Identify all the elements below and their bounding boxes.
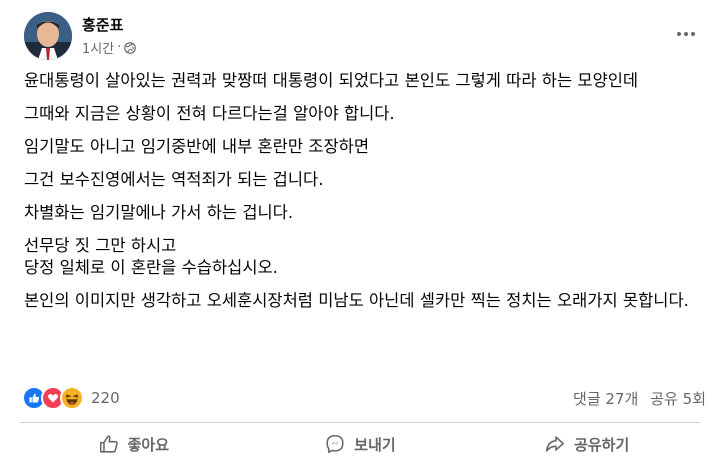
post-paragraph: 그때와 지금은 상황이 전혀 다르다는걸 알아야 합니다. <box>24 104 395 123</box>
globe-icon <box>124 41 137 54</box>
action-bar: 좋아요 보내기 공유하기 <box>20 426 700 462</box>
post-time[interactable]: 1시간 <box>82 38 114 57</box>
like-button[interactable]: 좋아요 <box>20 426 247 462</box>
comment-count[interactable]: 댓글 27개 <box>573 388 638 409</box>
reaction-summary[interactable]: 220 <box>22 386 120 410</box>
haha-icon <box>60 386 84 410</box>
share-count[interactable]: 공유 5회 <box>650 388 706 409</box>
post-paragraph: 선무당 짓 그만 하시고 당정 일체로 이 혼란을 수습하십시오. <box>24 236 278 277</box>
engagement-stats: 댓글 27개 공유 5회 <box>573 388 706 409</box>
author-name[interactable]: 홍준표 <box>82 14 123 35</box>
send-label: 보내기 <box>354 435 396 454</box>
post-paragraph: 윤대통령이 살아있는 권력과 맞짱떠 대통령이 되었다고 본인도 그렇게 따라 … <box>24 71 639 90</box>
like-label: 좋아요 <box>127 435 170 454</box>
share-label: 공유하기 <box>574 435 630 454</box>
thumbs-up-icon <box>98 433 120 455</box>
messenger-icon <box>324 433 346 455</box>
author-avatar[interactable] <box>24 12 72 60</box>
more-options-icon[interactable] <box>668 16 704 52</box>
divider <box>20 422 700 423</box>
post-header: 홍준표 1시간 · <box>24 12 704 62</box>
share-button[interactable]: 공유하기 <box>473 426 700 462</box>
reaction-count[interactable]: 220 <box>91 389 120 407</box>
share-arrow-icon <box>544 433 566 455</box>
post-paragraph: 그건 보수진영에서는 역적죄가 되는 겁니다. <box>24 170 324 189</box>
send-button[interactable]: 보내기 <box>247 426 474 462</box>
post-body: 윤대통령이 살아있는 권력과 맞짱떠 대통령이 되었다고 본인도 그렇게 따라 … <box>24 70 700 323</box>
post-paragraph: 본인의 이미지만 생각하고 오세훈시장처럼 미남도 아닌데 셀카만 찍는 정치는… <box>24 291 689 310</box>
post-paragraph: 차별화는 임기말에나 가서 하는 겁니다. <box>24 203 294 222</box>
meta-separator: · <box>117 40 122 55</box>
post-meta: 1시간 · <box>82 38 137 57</box>
facebook-post: 홍준표 1시간 · 윤대통령이 살아있는 권력과 맞짱떠 대통령이 되었다고 본… <box>0 0 720 463</box>
post-paragraph: 임기말도 아니고 임기중반에 내부 혼란만 조장하면 <box>24 137 370 156</box>
